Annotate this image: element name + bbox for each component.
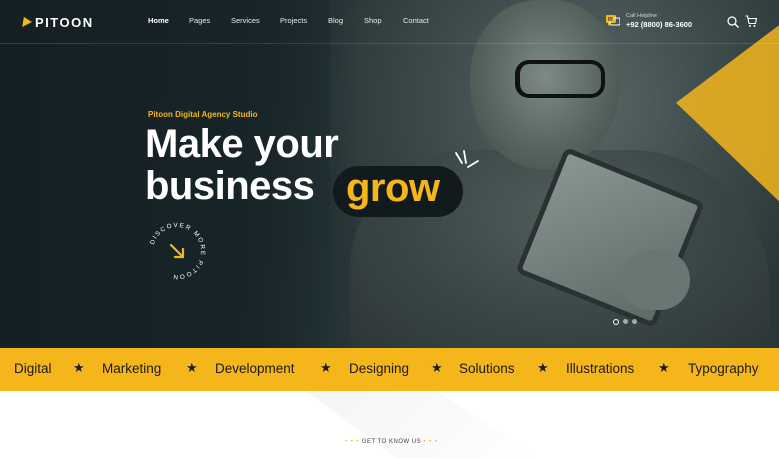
call-helpline[interactable]: Call Helpline +92 (8800) 86-3600 — [606, 13, 692, 29]
search-icon[interactable] — [727, 16, 739, 28]
chat-bubble-icon — [606, 15, 620, 26]
hero-section: PITOON Home Pages Services Projects Blog… — [0, 0, 779, 348]
slider-dot[interactable] — [613, 319, 619, 325]
helpline-number[interactable]: +92 (8800) 86-3600 — [626, 20, 692, 29]
hero-heading-line2: business — [145, 164, 315, 208]
slider-dot[interactable] — [632, 319, 637, 324]
discover-more-badge[interactable]: DISCOVER MORE PITOON — [146, 220, 208, 282]
hero-heading-line1: Make your — [145, 122, 339, 166]
brand-name: PITOON — [35, 14, 94, 30]
marquee-item: Illustrations — [566, 361, 635, 376]
helpline-text: Call Helpline +92 (8800) 86-3600 — [626, 13, 692, 29]
nav-item-contact[interactable]: Contact — [403, 16, 443, 25]
marquee-item: Solutions — [459, 361, 515, 376]
star-icon: ★ — [186, 360, 198, 375]
hero-person-glasses — [515, 60, 605, 98]
slider-dot[interactable] — [623, 319, 628, 324]
cart-icon[interactable] — [745, 15, 757, 28]
nav-item-services[interactable]: Services — [231, 16, 280, 25]
arrow-down-right-icon — [169, 243, 185, 259]
hero-heading-highlight: grow — [346, 166, 440, 210]
main-nav: Home Pages Services Projects Blog Shop C… — [148, 16, 443, 25]
sparkle-lines-icon — [455, 150, 479, 168]
helpline-label: Call Helpline — [626, 13, 657, 19]
services-marquee: Digital ★ Marketing ★ Development ★ Desi… — [0, 348, 779, 391]
hero-heading: Make your business — [145, 122, 339, 208]
marquee-item: Digital — [14, 361, 52, 376]
hero-person-hand — [620, 250, 690, 310]
brand-logo[interactable]: PITOON — [22, 14, 94, 30]
hero-tagline: Pitoon Digital Agency Studio — [148, 110, 258, 119]
about-eyebrow: • • • GET TO KNOW US • • • — [345, 439, 438, 445]
eyebrow-dots-right: • • • — [423, 439, 438, 445]
nav-item-home[interactable]: Home — [148, 16, 189, 25]
marquee-item: Typography — [688, 361, 759, 376]
star-icon: ★ — [431, 360, 443, 375]
star-icon: ★ — [658, 360, 670, 375]
slider-pagination — [613, 319, 637, 325]
about-section: • • • GET TO KNOW US • • • — [0, 391, 779, 458]
eyebrow-dots-left: • • • — [345, 439, 360, 445]
about-eyebrow-text: GET TO KNOW US — [361, 439, 422, 445]
top-navbar: PITOON Home Pages Services Projects Blog… — [0, 0, 779, 44]
marquee-item: Designing — [349, 361, 410, 376]
logo-mark-icon — [22, 17, 33, 27]
nav-item-blog[interactable]: Blog — [328, 16, 364, 25]
star-icon: ★ — [73, 360, 85, 375]
star-icon: ★ — [537, 360, 549, 375]
nav-item-shop[interactable]: Shop — [364, 16, 403, 25]
marquee-item: Development — [215, 361, 295, 376]
marquee-item: Marketing — [102, 361, 162, 376]
nav-item-projects[interactable]: Projects — [280, 16, 328, 25]
about-bg-shape — [306, 391, 540, 458]
nav-item-pages[interactable]: Pages — [189, 16, 231, 25]
star-icon: ★ — [320, 360, 332, 375]
